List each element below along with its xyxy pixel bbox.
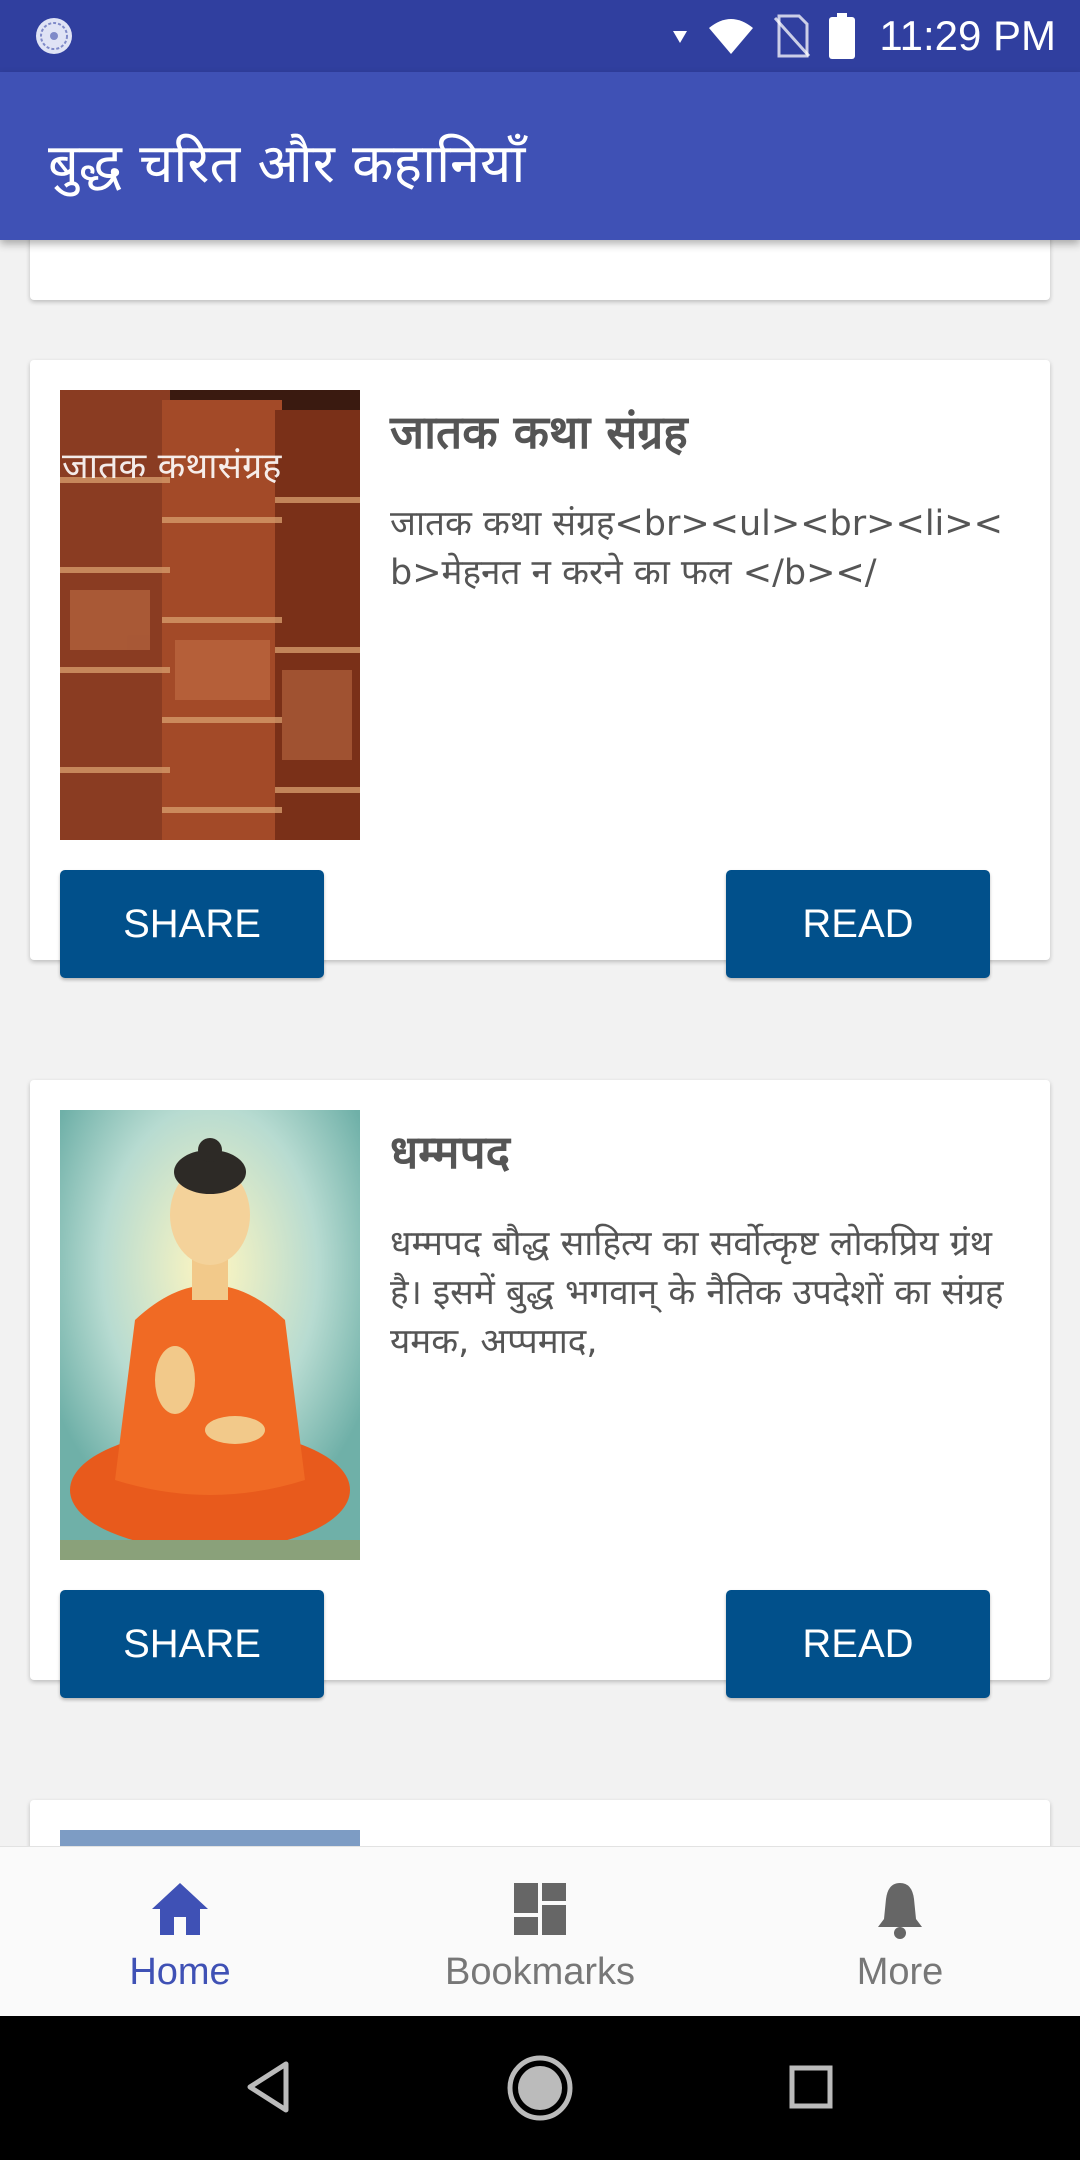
status-time: 11:29 PM <box>879 12 1056 59</box>
dashboard-icon <box>514 1883 566 1935</box>
no-sim-icon <box>774 14 811 58</box>
home-circle-icon[interactable] <box>506 2054 574 2122</box>
bell-icon <box>878 1883 922 1939</box>
wifi-icon <box>709 19 754 54</box>
card-description: धम्मपद बौद्ध साहित्य का सर्वोत्कृष्ट लोक… <box>390 1224 1004 1362</box>
signal-arrow-icon <box>673 31 688 43</box>
battery-icon <box>829 13 856 59</box>
next-card <box>30 1800 1050 1846</box>
card-title: जातक कथा संग्रह <box>390 405 688 459</box>
back-icon[interactable] <box>246 2060 292 2114</box>
nav-label: Bookmarks <box>444 1951 636 1993</box>
recents-icon[interactable] <box>788 2064 834 2110</box>
card-thumbnail <box>60 1110 360 1560</box>
card-title: धम्मपद <box>390 1125 511 1179</box>
home-icon <box>152 1883 208 1935</box>
app-bar: बुद्ध चरित और कहानियाँ <box>0 72 1080 240</box>
image-caption: जातक कथासंग्रह <box>62 446 282 487</box>
card-thumbnail: जातक कथासंग्रह <box>60 390 360 840</box>
card-thumbnail <box>60 1830 360 1846</box>
bottom-navigation: Home Bookmarks More <box>0 1846 1080 2017</box>
nav-bookmarks[interactable]: Bookmarks <box>360 1847 720 2017</box>
share-button[interactable]: SHARE <box>60 1590 324 1698</box>
system-navigation-bar <box>0 2016 1080 2160</box>
nav-more[interactable]: More <box>720 1847 1080 2017</box>
card-description: जातक कथा संग्रह<br><ul><br><li><b>मेहनत … <box>390 504 1003 593</box>
story-card: जातक कथासंग्रह जातक कथा संग्रह जातक कथा … <box>30 360 1050 978</box>
previous-card <box>30 240 1050 300</box>
nav-home[interactable]: Home <box>0 1847 360 2017</box>
nav-label: Home <box>129 1951 231 1993</box>
read-button[interactable]: READ <box>726 1590 990 1698</box>
books-image: जातक कथासंग्रह <box>60 390 360 840</box>
share-button[interactable]: SHARE <box>60 870 324 978</box>
status-bar: 11:29 PM <box>0 0 1080 72</box>
app-title: बुद्ध चरित और कहानियाँ <box>48 132 526 195</box>
read-button[interactable]: READ <box>726 870 990 978</box>
story-card: धम्मपद धम्मपद बौद्ध साहित्य का सर्वोत्कृ… <box>30 1080 1050 1698</box>
nav-label: More <box>856 1951 944 1993</box>
app-notification-icon <box>36 18 72 54</box>
buddha-image <box>60 1110 360 1560</box>
card-list[interactable]: जातक कथासंग्रह जातक कथा संग्रह जातक कथा … <box>0 240 1080 1846</box>
